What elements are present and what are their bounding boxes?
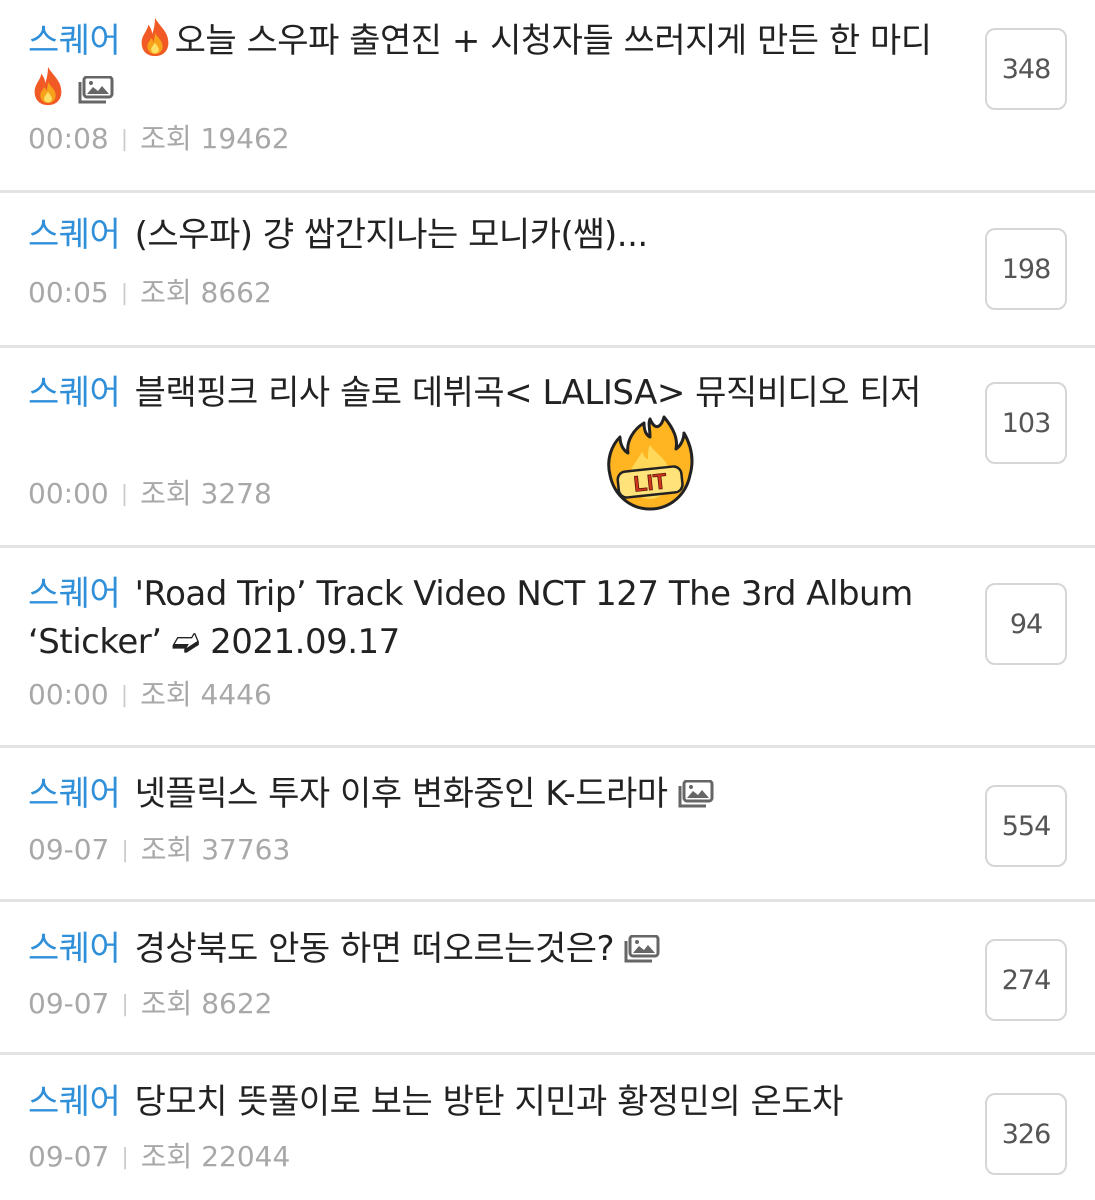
- post-views: 조회 19462: [140, 122, 290, 155]
- post-title[interactable]: 스퀘어 (스우파) 걍 쌉간지나는 모니카(쌤)...: [28, 211, 953, 259]
- fire-icon: [135, 16, 175, 58]
- separator: |: [120, 127, 129, 152]
- comment-count-badge[interactable]: 198: [985, 228, 1067, 310]
- post-date: 09-07: [28, 987, 110, 1020]
- post-date: 00:00: [28, 477, 109, 510]
- separator: |: [121, 838, 129, 863]
- list-item[interactable]: 스퀘어 경상북도 안동 하면 떠오르는것은? 09-07 | 조회 8622 274: [0, 902, 1095, 1055]
- post-title-text: (스우파) 걍 쌉간지나는 모니카(쌤)...: [134, 215, 649, 255]
- separator: |: [120, 683, 129, 708]
- post-title[interactable]: 스퀘어 블랙핑크 리사 솔로 데뷔곡< LALISA> 뮤직비디오 티저: [28, 369, 953, 417]
- post-views: 조회 22044: [140, 1140, 291, 1173]
- category-label: 스퀘어: [28, 21, 121, 61]
- category-label: 스퀘어: [28, 774, 121, 814]
- image-icon: [78, 76, 114, 104]
- post-title-text: 'Road Trip’ Track Video NCT 127 The 3rd …: [28, 574, 913, 662]
- post-title[interactable]: 스퀘어 당모치 뜻풀이로 보는 방탄 지민과 황정민의 온도차: [28, 1078, 953, 1126]
- separator: |: [120, 482, 129, 507]
- separator: |: [121, 1145, 129, 1170]
- post-views: 조회 8622: [140, 987, 273, 1020]
- post-views: 조회 4446: [140, 678, 272, 711]
- separator: |: [121, 992, 129, 1017]
- post-meta: 09-07 | 조회 8622: [28, 986, 272, 1023]
- list-item[interactable]: 스퀘어 'Road Trip’ Track Video NCT 127 The …: [0, 548, 1095, 748]
- post-views: 조회 8662: [140, 276, 272, 309]
- comment-count-badge[interactable]: 348: [985, 28, 1067, 110]
- post-title[interactable]: 스퀘어 오늘 스우파 출연진 + 시청자들 쓰러지게 만든 한 마디: [28, 16, 953, 114]
- post-title-text: 당모치 뜻풀이로 보는 방탄 지민과 황정민의 온도차: [134, 1082, 844, 1122]
- post-meta: 00:05 | 조회 8662: [28, 275, 272, 312]
- post-title-text: 경상북도 안동 하면 떠오르는것은?: [134, 929, 615, 969]
- fire-icon: [28, 65, 68, 107]
- post-views: 조회 3278: [140, 477, 272, 510]
- post-date: 00:00: [28, 678, 109, 711]
- lit-fire-sticker: LIT: [607, 415, 694, 511]
- post-date: 09-07: [28, 833, 110, 866]
- category-label: 스퀘어: [28, 929, 121, 969]
- image-icon: [624, 935, 660, 963]
- category-label: 스퀘어: [28, 1082, 121, 1122]
- post-list: 스퀘어 오늘 스우파 출연진 + 시청자들 쓰러지게 만든 한 마디 00:08…: [0, 0, 1095, 1200]
- post-title[interactable]: 스퀘어 넷플릭스 투자 이후 변화중인 K-드라마: [28, 770, 953, 818]
- list-item[interactable]: 스퀘어 블랙핑크 리사 솔로 데뷔곡< LALISA> 뮤직비디오 티저 00:…: [0, 348, 1095, 548]
- post-title-text: 블랙핑크 리사 솔로 데뷔곡< LALISA> 뮤직비디오 티저: [134, 373, 922, 413]
- category-label: 스퀘어: [28, 574, 121, 614]
- post-meta: 09-07 | 조회 22044: [28, 1139, 290, 1176]
- list-item[interactable]: 스퀘어 넷플릭스 투자 이후 변화중인 K-드라마 09-07 | 조회 37763…: [0, 748, 1095, 902]
- list-item[interactable]: 스퀘어 (스우파) 걍 쌉간지나는 모니카(쌤)... 00:05 | 조회 866…: [0, 193, 1095, 348]
- post-title[interactable]: 스퀘어 'Road Trip’ Track Video NCT 127 The …: [28, 570, 953, 666]
- category-label: 스퀘어: [28, 373, 121, 413]
- post-date: 00:08: [28, 122, 109, 155]
- post-date: 09-07: [28, 1140, 110, 1173]
- comment-count-badge[interactable]: 554: [985, 785, 1067, 867]
- post-views: 조회 37763: [140, 833, 291, 866]
- post-title-text: 넷플릭스 투자 이후 변화중인 K-드라마: [134, 774, 668, 814]
- post-date: 00:05: [28, 276, 109, 309]
- lit-sticker-text: LIT: [632, 468, 668, 496]
- separator: |: [120, 281, 129, 306]
- post-meta: 09-07 | 조회 37763: [28, 832, 290, 869]
- image-icon: [678, 780, 714, 808]
- category-label: 스퀘어: [28, 215, 121, 255]
- list-item[interactable]: 스퀘어 당모치 뜻풀이로 보는 방탄 지민과 황정민의 온도차 09-07 | 조회…: [0, 1055, 1095, 1200]
- list-item[interactable]: 스퀘어 오늘 스우파 출연진 + 시청자들 쓰러지게 만든 한 마디 00:08…: [0, 0, 1095, 193]
- post-meta: 00:08 | 조회 19462: [28, 121, 290, 158]
- comment-count-badge[interactable]: 94: [985, 583, 1067, 665]
- comment-count-badge[interactable]: 274: [985, 939, 1067, 1021]
- post-title[interactable]: 스퀘어 경상북도 안동 하면 떠오르는것은?: [28, 925, 953, 973]
- post-meta: 00:00 | 조회 4446: [28, 677, 272, 714]
- comment-count-badge[interactable]: 326: [985, 1093, 1067, 1175]
- comment-count-badge[interactable]: 103: [985, 382, 1067, 464]
- post-title-text: 오늘 스우파 출연진 + 시청자들 쓰러지게 만든 한 마디: [174, 21, 932, 61]
- post-meta: 00:00 | 조회 3278: [28, 476, 272, 513]
